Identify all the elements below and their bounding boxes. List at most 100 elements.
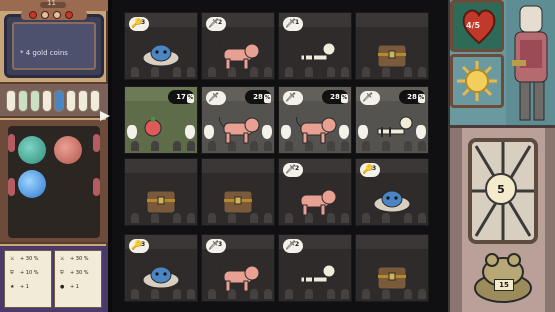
tooth-slot[interactable] — [54, 90, 64, 112]
dog-icon — [295, 187, 339, 221]
grid-card[interactable]: 🗡 28% — [355, 86, 429, 154]
frog-icon — [474, 253, 532, 303]
eye-icon — [93, 178, 100, 196]
game-screen: 11 * 4 gold coins ⚔ + 30 % ⚔ + 30 % ⛨ + … — [0, 0, 555, 312]
eye-icon — [8, 134, 15, 152]
grid-card[interactable]: 🔑 3 — [124, 12, 198, 80]
shield-stat-icon: ⛨ — [60, 270, 64, 276]
grid-card[interactable] — [201, 158, 275, 226]
skeleton-icon — [295, 263, 339, 291]
badge-value: 2 — [218, 19, 223, 26]
sun-icon — [457, 61, 497, 101]
stats-book: ⚔ + 30 % ⚔ + 30 % ⛨ + 10 % ⛨ + 30 % ★ + … — [0, 246, 108, 312]
red-orb-icon[interactable] — [54, 136, 82, 164]
right-panel: 4/5 5 15 — [448, 0, 555, 312]
skeleton-icon — [372, 115, 416, 143]
gem-icon — [53, 11, 61, 19]
badge-value: 3 — [372, 165, 377, 172]
percent-sign: % — [264, 94, 271, 103]
row-selector-left-icon — [100, 111, 110, 121]
card-badge: 🗡 — [283, 91, 303, 105]
card-badge: 🗡 3 — [206, 239, 226, 253]
stat-value: + 1 — [70, 284, 79, 290]
ghost-hand-icon — [127, 125, 137, 139]
damage-value: 28 — [253, 93, 263, 101]
ghost-hand-icon — [358, 125, 368, 139]
stat-value: + 30 % — [20, 256, 39, 262]
grid-card[interactable] — [355, 234, 429, 302]
percent-sign: % — [418, 94, 425, 103]
tooth-slot[interactable] — [78, 90, 88, 112]
stat-value: + 1 — [20, 284, 29, 290]
gem-icon — [41, 11, 49, 19]
chest-icon — [372, 263, 412, 297]
eye-icon — [8, 178, 15, 196]
dog-icon — [218, 263, 262, 297]
grid-card[interactable] — [124, 158, 198, 226]
badge-value: 3 — [141, 241, 146, 248]
grid-card[interactable]: 17% — [124, 86, 198, 154]
grid-card[interactable]: 🗡 3 — [201, 234, 275, 302]
potion-inventory — [0, 120, 108, 244]
damage-bubble: 28% — [245, 90, 271, 104]
ghost-hand-icon — [185, 125, 195, 139]
tooth-slot[interactable] — [42, 90, 52, 112]
skeleton-icon — [295, 41, 339, 69]
green-orb-icon[interactable] — [18, 136, 46, 164]
slime-icon — [141, 263, 181, 293]
dog-icon — [295, 115, 339, 149]
sword-icon: 🗡 — [362, 93, 374, 103]
inventory-teeth — [0, 82, 108, 118]
damage-bubble: 17% — [168, 90, 194, 104]
grid-card[interactable]: 🔑 3 — [355, 158, 429, 226]
blue-orb-icon[interactable] — [18, 170, 46, 198]
damage-value: 28 — [330, 93, 340, 101]
stat-value: + 10 % — [20, 270, 39, 276]
badge-value: 2 — [295, 241, 300, 248]
ghost-hand-icon — [281, 125, 291, 139]
knight-portrait — [506, 0, 555, 125]
grid-card[interactable]: 🗡 2 — [201, 12, 275, 80]
chest-icon — [218, 187, 258, 221]
chest-icon — [141, 187, 181, 221]
grid-card[interactable]: 🗡 2 — [278, 234, 352, 302]
damage-value: 17 — [176, 93, 186, 101]
ghost-hand-icon — [204, 125, 214, 139]
badge-value: 2 — [295, 165, 300, 172]
damage-value: 28 — [407, 93, 417, 101]
tooth-slot[interactable] — [90, 90, 100, 112]
badge-value: 1 — [295, 19, 300, 26]
grid-card[interactable] — [355, 12, 429, 80]
left-panel: 11 * 4 gold coins ⚔ + 30 % ⚔ + 30 % ⛨ + … — [0, 0, 108, 312]
tooth-slot[interactable] — [30, 90, 40, 112]
dungeon-grid: 🔑 3 🗡 2 🗡 1 17% 🗡 28% 🗡 28% 🗡 28% 🗡 2 🔑 3 🔑 3 🗡 3 🗡 2 — [112, 0, 448, 312]
tooth-slot[interactable] — [66, 90, 76, 112]
sword-stat-icon: ⚔ — [60, 256, 65, 262]
grid-card[interactable]: 🗡 1 — [278, 12, 352, 80]
gem-icon — [29, 11, 37, 19]
grid-card[interactable]: 🗡 2 — [278, 158, 352, 226]
potion-icon — [141, 115, 165, 143]
sword-stat-icon: ⚔ — [10, 256, 15, 262]
percent-sign: % — [341, 94, 348, 103]
tooth-slot[interactable] — [18, 90, 28, 112]
dog-icon — [218, 115, 262, 149]
gem-icon — [65, 11, 73, 19]
ghost-hand-icon — [262, 125, 272, 139]
card-badge: 🗡 2 — [283, 239, 303, 253]
gate-key-count: 5 — [485, 173, 517, 205]
prison-gate: 5 15 — [450, 125, 555, 312]
grid-card[interactable]: 🗡 28% — [201, 86, 275, 154]
shield-stat-icon: ⛨ — [10, 270, 14, 276]
top-counter: 11 — [47, 0, 56, 7]
tooth-slot[interactable] — [6, 90, 16, 112]
eye-icon — [93, 134, 100, 152]
stat-value: + 30 % — [70, 270, 89, 276]
grid-card[interactable]: 🔑 3 — [124, 234, 198, 302]
frog-counter: 15 — [494, 279, 514, 291]
ghost-hand-icon — [416, 125, 426, 139]
grid-card[interactable]: 🗡 28% — [278, 86, 352, 154]
card-badge: 🔑 3 — [360, 163, 380, 177]
knight-icon — [512, 5, 548, 121]
ghost-hand-icon — [339, 125, 349, 139]
